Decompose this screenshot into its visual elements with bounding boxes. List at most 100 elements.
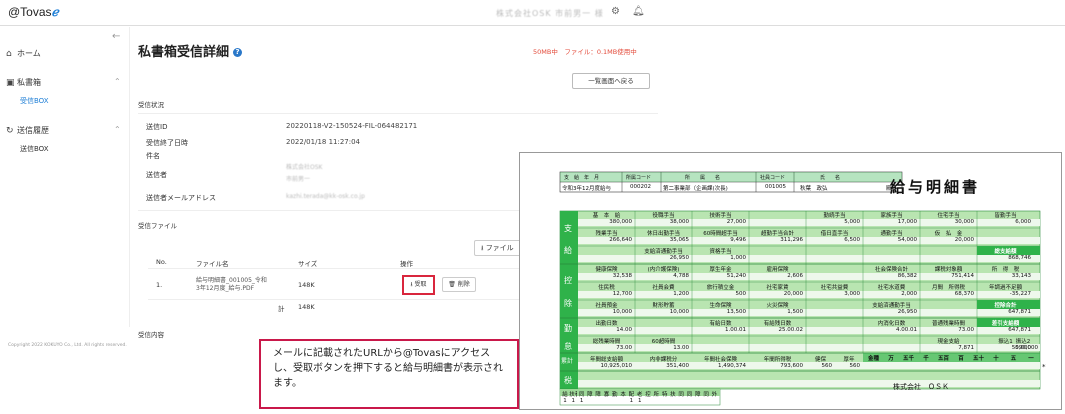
head-label-emp-code: 社員コード [760,175,786,181]
label-sender: 送信者 [146,171,167,179]
value-sender-email: kazhi.terada@kk-osk.co.jp [286,193,365,200]
sidebar-item-sent-box[interactable]: 送信BOX [20,144,49,154]
cell-label: 社員預金 [595,303,618,309]
total-label: 計 [278,305,285,313]
head-label-dept: 所 属 名 [685,175,721,181]
cell-value: 13,500 [726,309,746,315]
gear-icon[interactable]: ⚙ [611,6,620,17]
cell-label: 仮 払 金 [934,231,963,237]
cum-label: 厚年 [843,357,855,363]
tax-label: 老 [636,392,643,398]
page-title: 私書箱受信詳細? [138,41,243,60]
denom-label: 五 [1010,356,1017,362]
cell-label: 支給済通勤手当 [644,249,683,255]
cell-label: 支給済通勤手当 [872,303,911,309]
history-icon: ↻ [6,126,14,136]
cell-value: 5,000 [844,219,860,225]
sidebar-item-inbox[interactable]: ▣ 私書箱 [6,77,41,88]
tax-label: 扶養 [569,392,577,398]
trash-icon: 🗑︎ [448,281,458,288]
cell-value: -35,227 [1009,291,1031,297]
cell-value: 1,000 [730,255,746,261]
cell-value: 35,065 [669,237,689,243]
denom-label: 五千 [902,356,914,362]
cum-label: 年間総支給額 [589,357,623,363]
cell-label: 役職手当 [652,213,675,219]
cell-value: 751,414 [951,273,974,279]
cell-value: 73.00 [958,327,974,333]
chevron-up-icon[interactable]: ⌃ [114,125,121,134]
cell-value: 33,143 [1011,273,1031,279]
section-content-title: 受信内容 [138,331,164,339]
cell-value: 590,000 [1015,345,1038,351]
help-icon[interactable]: ? [233,48,243,57]
divider [148,268,528,269]
cell-value: 311,296 [780,237,803,243]
denom-label: 百 [958,356,964,362]
cell-value: 9,496 [730,237,746,243]
delete-button[interactable]: 🗑︎ 削除 [442,277,476,292]
tax-label: 特 [661,392,668,398]
payslip-company: 株式会社 ＯＳＫ [893,383,949,391]
cell-value: 86,382 [897,273,917,279]
chevron-up-icon[interactable]: ⌃ [114,77,121,86]
head-value-honorific: 殿 [886,186,892,192]
cell-value: 6,000 [1015,219,1031,225]
cell-label: 60時間超手当 [703,231,738,237]
head-label-month: 支 給 年 月 [564,175,600,181]
cell-label: 生命保険 [709,303,732,309]
tax-value: 1 [571,398,576,404]
cell-value: 51,240 [726,273,746,279]
col-file-name: ファイル名 [196,260,229,268]
head-value-name: 秋葉 政弘 [800,186,828,192]
sidebar-item-sent[interactable]: ↻ 送信履歴 [6,125,49,136]
tax-label: 外 [711,392,718,398]
cell-label: 超勤手当合計 [760,231,794,237]
copyright-text: Copyright 2022 KOKUYO Co., Ltd. All righ… [8,343,127,348]
storage-limit: 50MB中 ファイル：0.1MB使用中 [533,48,637,56]
cell-label: 雇用保険 [766,267,789,273]
cell-label: 内消化日数 [877,321,906,327]
cell-label: 住宅手当 [937,213,960,219]
value-sender-name: 市前男一 [286,176,311,183]
cell-label: 所 得 税 [991,267,1020,273]
cell-label: 有給残日数 [763,321,792,327]
back-to-list-button[interactable]: 一覧画面へ戻る [572,73,650,89]
sidebar-item-inbox-box[interactable]: 受信BOX [20,96,49,106]
cell-label: 資格手当 [709,249,732,255]
cell-label: 出勤日数 [595,321,618,327]
collapse-arrow-icon[interactable]: ← [112,31,120,42]
tovas-logo[interactable]: @Tovasℯ [8,5,59,19]
label-subject: 件名 [146,152,160,160]
head-value-emp-code: 001005 [765,184,786,190]
cell-value: 68,370 [954,291,974,297]
cum-label: 健保 [814,357,826,363]
payslip-document: 給与明細書 支 給 年 月 所属コード 所 属 名 社員コード 氏 名 令和3年… [519,152,1062,410]
value-received-at: 2022/01/18 11:27:04 [286,138,361,146]
cell-label: 60超時間 [651,339,676,345]
receive-button-highlight [402,275,435,295]
tax-label: 勤 [612,392,618,398]
tax-value: 1 [563,398,567,404]
cell-label: 振込2 [1015,339,1031,345]
sidebar-item-home[interactable]: ⌂ ホーム [6,48,41,59]
cell-label: 控除合計 [994,303,1017,309]
file-row-name-2[interactable]: 3年12月度_給与.PDF [196,283,254,292]
cell-value: 26,950 [897,309,917,315]
cell-label: 借日直手当 [820,231,849,237]
denom-label: 一 [1028,356,1034,362]
head-value-dept-code: 000202 [630,184,651,190]
label-send-id: 送信ID [146,123,168,131]
cell-value: 7,871 [958,345,974,351]
tax-label: 扶 [670,392,676,398]
cell-label: 差引支給額 [991,321,1020,327]
side-label: 給 [564,246,572,255]
file-row-size: 148K [298,281,315,289]
side-label: 怠 [564,342,572,351]
cell-value: 868,746 [1008,255,1031,261]
cell-value: 38,000 [669,219,689,225]
value-send-id: 20220118-V2-150524-FIL-064482171 [286,122,418,130]
cell-label: 月間 所得税 [931,285,965,291]
tax-label: 同 [703,392,709,398]
bell-icon[interactable]: 🔔︎ [632,6,645,17]
